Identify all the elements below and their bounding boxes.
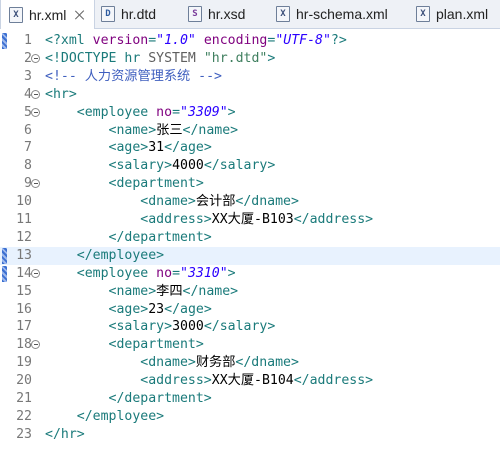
tab-hr-schema-xml[interactable]: X hr-schema.xml <box>272 0 397 28</box>
code-text: </employee> <box>76 408 165 424</box>
tab-plan-xml[interactable]: X plan.xml <box>412 0 500 28</box>
code-line[interactable]: 23 </hr> <box>0 426 500 444</box>
code-line[interactable]: 21 </department> <box>0 390 500 408</box>
code-line[interactable]: 15 <name>李四</name> <box>0 283 500 301</box>
code-text: <name>张三</name> <box>108 122 239 138</box>
fold-toggle-icon[interactable] <box>31 340 40 350</box>
fold-toggle-icon[interactable] <box>31 179 40 189</box>
line-number: 10 <box>16 194 32 210</box>
change-marker-icon <box>2 265 7 282</box>
line-number: 20 <box>16 373 32 389</box>
code-text: <address>XX大厦-B103</address> <box>140 212 374 227</box>
tab-label: hr.xsd <box>208 6 246 22</box>
line-number: 15 <box>16 283 32 299</box>
line-number: 22 <box>16 408 32 424</box>
code-line[interactable]: 2 <!DOCTYPE hr SYSTEM "hr.dtd"> <box>0 50 500 68</box>
code-line[interactable]: 11 <address>XX大厦-B103</address> <box>0 211 500 229</box>
code-line[interactable]: 19 <dname>财务部</dname> <box>0 354 500 372</box>
line-number: 16 <box>16 301 32 317</box>
line-number: 23 <box>16 426 32 442</box>
line-number: 2 <box>24 50 32 66</box>
code-text: </hr> <box>45 426 85 442</box>
code-line[interactable]: 3 <!-- 人力资源管理系统 --> <box>0 68 500 86</box>
line-number: 3 <box>24 68 32 84</box>
code-line[interactable]: 9 <department> <box>0 175 500 193</box>
code-line[interactable]: 13 </employee> <box>0 246 500 265</box>
line-number: 5 <box>24 104 32 120</box>
fold-toggle-icon[interactable] <box>31 89 40 99</box>
code-text: <department> <box>108 176 204 192</box>
dtd-file-icon: D <box>101 6 115 22</box>
line-number: 11 <box>16 212 32 227</box>
line-number: 8 <box>24 158 32 174</box>
code-text: <employee no="3309"> <box>76 104 236 120</box>
change-marker-icon <box>2 33 7 49</box>
code-line[interactable]: 20 <address>XX大厦-B104</address> <box>0 372 500 390</box>
code-text: <!DOCTYPE hr SYSTEM "hr.dtd"> <box>45 50 276 66</box>
fold-toggle-icon[interactable] <box>31 53 40 63</box>
line-number: 6 <box>24 122 32 138</box>
line-number: 9 <box>24 176 32 192</box>
change-marker-icon <box>2 247 7 264</box>
line-number: 21 <box>16 391 32 406</box>
code-text: <department> <box>108 337 204 353</box>
code-line[interactable]: 22 </employee> <box>0 408 500 426</box>
fold-toggle-icon[interactable] <box>31 268 40 278</box>
code-line[interactable]: 12 </department> <box>0 229 500 247</box>
line-number: 4 <box>24 86 32 102</box>
code-line[interactable]: 17 <salary>3000</salary> <box>0 318 500 336</box>
code-line[interactable]: 7 <age>31</age> <box>0 139 500 157</box>
line-number: 18 <box>16 337 32 353</box>
editor-tab-bar: X hr.xml D hr.dtd S hr.xsd X hr-schema.x… <box>0 0 500 29</box>
code-text: <name>李四</name> <box>108 283 239 299</box>
code-text: <dname>会计部</dname> <box>140 194 299 210</box>
tab-hr-xml[interactable]: X hr.xml <box>0 0 95 29</box>
code-text: <age>31</age> <box>108 140 212 156</box>
xml-source-editor[interactable]: 1 <?xml version="1.0" encoding="UTF-8"?> 2… <box>0 29 500 449</box>
code-text: <salary>3000</salary> <box>108 319 276 335</box>
tab-label: hr-schema.xml <box>296 6 388 22</box>
tab-label: plan.xml <box>436 6 489 22</box>
tab-label: hr.xml <box>29 6 67 23</box>
code-text: <salary>4000</salary> <box>108 158 276 174</box>
code-text: <age>23</age> <box>108 301 212 317</box>
code-line[interactable]: 18 <department> <box>0 336 500 354</box>
code-line[interactable]: 10 <dname>会计部</dname> <box>0 193 500 211</box>
code-line[interactable]: 8 <salary>4000</salary> <box>0 157 500 175</box>
code-text: </department> <box>108 229 212 245</box>
line-number: 13 <box>16 247 32 263</box>
line-number: 17 <box>16 319 32 335</box>
tab-label: hr.dtd <box>121 6 157 22</box>
xsd-file-icon: S <box>188 6 202 22</box>
code-text: <address>XX大厦-B104</address> <box>140 373 374 389</box>
code-line[interactable]: 1 <?xml version="1.0" encoding="UTF-8"?> <box>0 32 500 50</box>
code-text: <employee no="3310"> <box>76 265 236 281</box>
code-line[interactable]: 6 <name>张三</name> <box>0 122 500 140</box>
line-number: 7 <box>24 140 32 156</box>
code-text: <hr> <box>45 86 77 102</box>
code-line[interactable]: 16 <age>23</age> <box>0 301 500 319</box>
code-line[interactable]: 14 <employee no="3310"> <box>0 265 500 283</box>
code-text: <!-- 人力资源管理系统 --> <box>45 68 222 84</box>
tab-hr-dtd[interactable]: D hr.dtd <box>97 0 177 28</box>
code-line[interactable]: 4 <hr> <box>0 86 500 104</box>
line-number: 1 <box>24 33 32 48</box>
fold-toggle-icon[interactable] <box>31 107 40 117</box>
xml-file-icon: X <box>416 6 430 22</box>
code-line[interactable]: 5 <employee no="3309"> <box>0 104 500 122</box>
line-number: 19 <box>16 355 32 371</box>
code-text: </department> <box>108 391 212 406</box>
code-text: <?xml version="1.0" encoding="UTF-8"?> <box>45 33 347 48</box>
line-number: 14 <box>16 265 32 281</box>
xml-file-icon: X <box>276 6 290 22</box>
close-icon[interactable] <box>74 9 86 21</box>
tab-hr-xsd[interactable]: S hr.xsd <box>184 0 264 28</box>
line-number: 12 <box>16 229 32 245</box>
xml-file-icon: X <box>9 6 23 23</box>
code-text: </employee> <box>76 247 165 263</box>
code-text: <dname>财务部</dname> <box>140 355 299 371</box>
